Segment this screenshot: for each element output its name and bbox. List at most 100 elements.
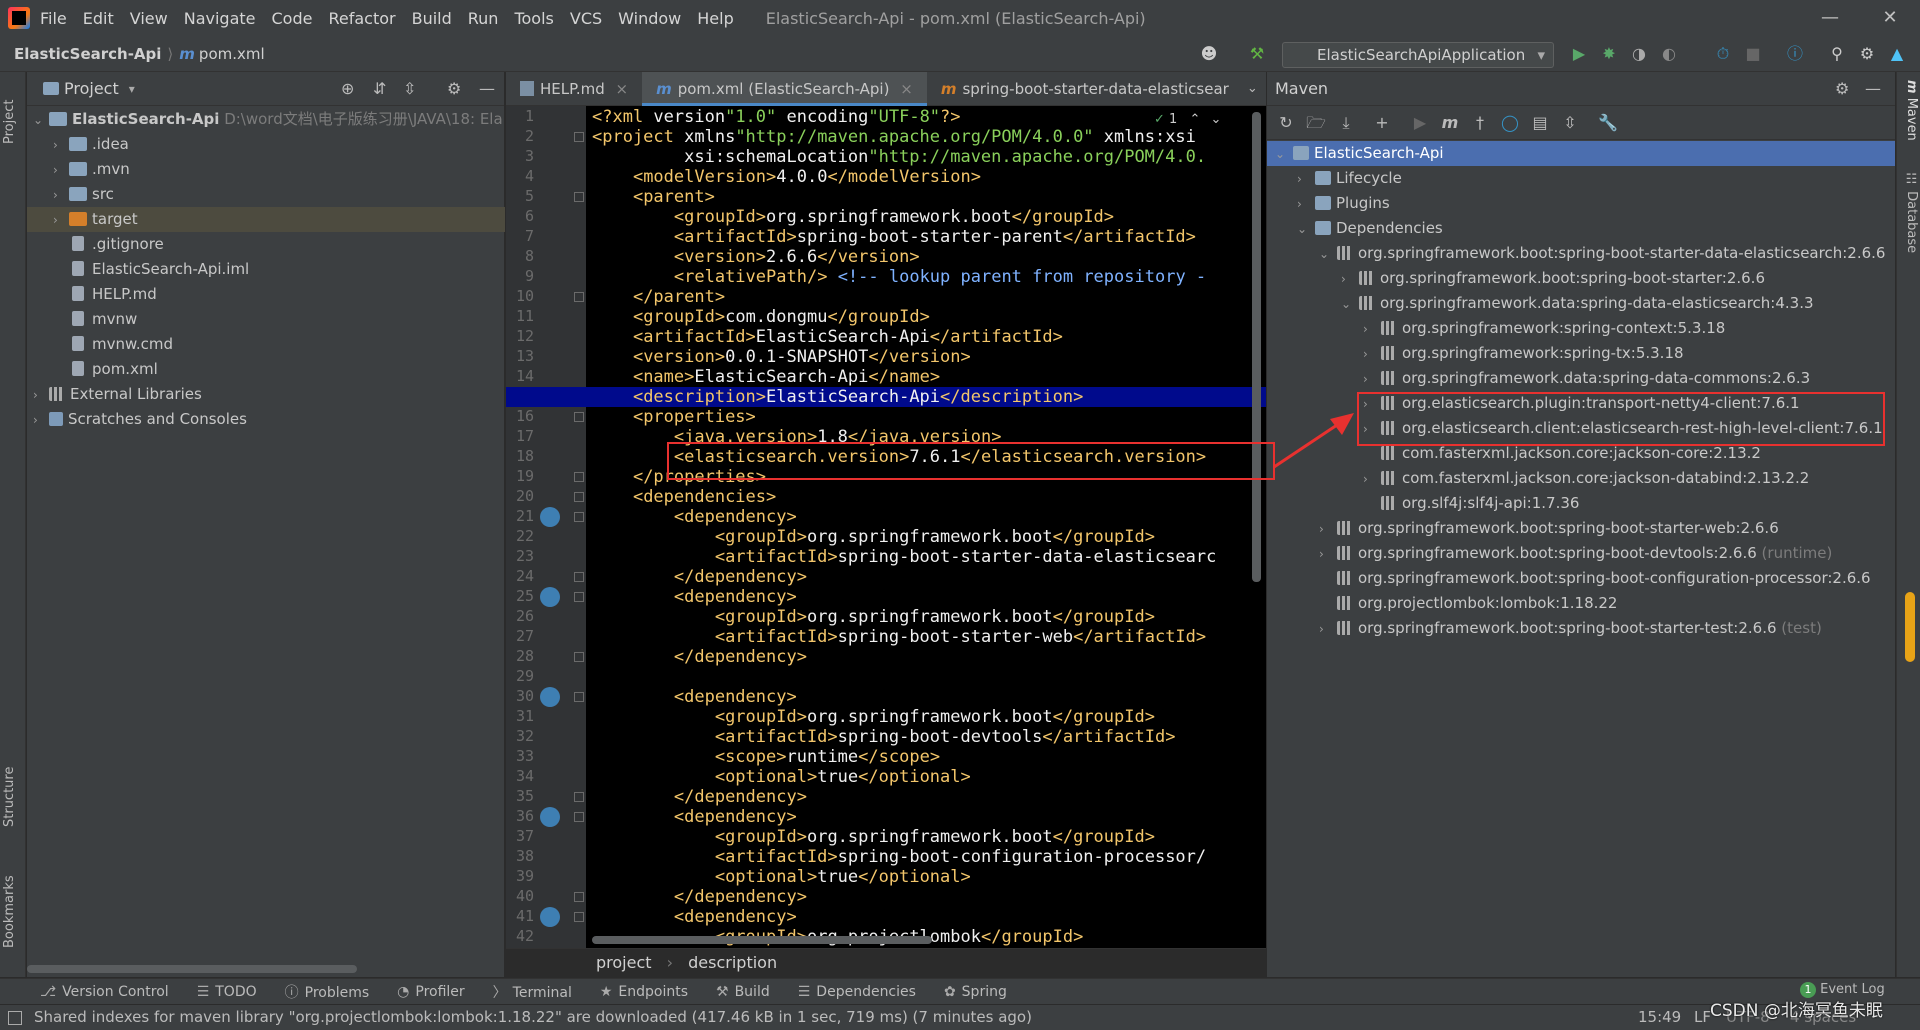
menu-run[interactable]: Run <box>468 9 499 28</box>
maven-tree-item[interactable]: › org.springframework:spring-context:5.3.… <box>1267 316 1895 341</box>
maven-tree-item[interactable]: › Lifecycle <box>1267 166 1895 191</box>
close-icon[interactable]: ✕ <box>1860 0 1920 36</box>
external-libraries-node[interactable]: › External Libraries <box>33 382 202 407</box>
chevron-right-icon[interactable]: › <box>1363 342 1381 367</box>
tool-terminal[interactable]: 〉 Terminal <box>493 982 572 1002</box>
chevron-right-icon[interactable]: › <box>1319 617 1337 642</box>
stop-icon[interactable]: ■ <box>1742 44 1764 64</box>
toggle-offline-icon[interactable]: † <box>1469 113 1491 133</box>
menu-tools[interactable]: Tools <box>514 9 553 28</box>
download-icon[interactable]: ⤓ <box>1335 113 1357 133</box>
toolbox-icon[interactable]: ▲ <box>1886 44 1908 64</box>
bookmarks-tool-tab[interactable]: Bookmarks <box>2 862 24 962</box>
code-line[interactable]: </dependency> <box>592 647 807 667</box>
fold-marker-icon[interactable] <box>574 811 584 822</box>
code-line[interactable]: <dependency> <box>592 587 797 607</box>
maven-tree-item[interactable]: › org.springframework.boot:spring-boot-st… <box>1267 516 1895 541</box>
chevron-down-icon[interactable]: ⌄ <box>1247 81 1258 96</box>
next-problem-icon[interactable]: ⌄ <box>1211 112 1222 127</box>
chevron-right-icon[interactable]: › <box>53 208 69 233</box>
code-line[interactable]: <groupId>org.springframework.boot</group… <box>592 607 1155 627</box>
menu-code[interactable]: Code <box>272 9 313 28</box>
project-root-node[interactable]: ⌄ ElasticSearch-Api D:\word文档\电子版练习册\JAVA… <box>33 107 503 132</box>
chevron-right-icon[interactable]: › <box>1341 267 1359 292</box>
user-icon[interactable]: ☻ <box>1198 44 1220 64</box>
hide-icon[interactable]: — <box>479 79 495 98</box>
fold-marker-icon[interactable] <box>574 591 584 602</box>
hide-icon[interactable]: — <box>1865 79 1881 98</box>
project-tool-tab[interactable]: Project <box>2 82 24 162</box>
tool-profiler[interactable]: ◔ Profiler <box>397 984 465 1000</box>
fold-marker-icon[interactable] <box>574 911 584 922</box>
chevron-down-icon[interactable]: ⌄ <box>1275 142 1293 167</box>
menu-window[interactable]: Window <box>618 9 681 28</box>
collapse-all-icon[interactable]: ⇳ <box>403 79 416 98</box>
tool-todo[interactable]: ☰ TODO <box>197 984 257 1000</box>
fold-marker-icon[interactable] <box>574 571 584 582</box>
code-line[interactable]: <version>2.6.6</version> <box>592 247 920 267</box>
add-icon[interactable]: + <box>1371 113 1393 133</box>
project-tree-item[interactable]: › .idea <box>53 132 129 157</box>
menu-refactor[interactable]: Refactor <box>328 9 395 28</box>
execute-goal-icon[interactable]: m <box>1439 113 1461 133</box>
menu-build[interactable]: Build <box>412 9 452 28</box>
maven-tree-item[interactable]: ⌄ org.springframework.boot:spring-boot-st… <box>1267 241 1895 266</box>
tool-endpoints[interactable]: ★ Endpoints <box>600 984 688 1000</box>
chevron-down-icon[interactable]: ⌄ <box>1319 242 1337 267</box>
fold-marker-icon[interactable] <box>574 471 584 482</box>
locate-icon[interactable]: ⊕ <box>341 79 354 98</box>
breadcrumb-file[interactable]: pom.xml <box>199 45 265 63</box>
add-folder-icon[interactable]: 🗁 <box>1305 113 1327 133</box>
maven-tree-item[interactable]: org.slf4j:slf4j-api:1.7.36 <box>1267 491 1895 516</box>
project-tree-item[interactable]: mvnw <box>69 307 137 332</box>
skip-tests-icon[interactable]: ◯ <box>1499 113 1521 133</box>
update-icon[interactable]: ⏱ <box>1712 44 1734 64</box>
menu-file[interactable]: File <box>40 9 67 28</box>
code-line[interactable]: <name>ElasticSearch-Api</name> <box>592 367 940 387</box>
settings-icon[interactable]: ⚙ <box>1856 44 1878 64</box>
code-line[interactable]: <groupId>org.springframework.boot</group… <box>592 207 1114 227</box>
chevron-down-icon[interactable]: ⌄ <box>1297 217 1315 242</box>
close-icon[interactable]: × <box>900 80 913 98</box>
maven-tree-item[interactable]: ⌄ org.springframework.data:spring-data-el… <box>1267 291 1895 316</box>
tool-spring[interactable]: ✿ Spring <box>944 984 1007 1000</box>
chevron-right-icon[interactable]: › <box>33 408 49 433</box>
code-editor[interactable]: 1234567891011121314151617181920212223242… <box>506 106 1266 948</box>
dependency-gutter-icon[interactable] <box>540 586 560 607</box>
fold-marker-icon[interactable] <box>574 891 584 902</box>
tab-help-md[interactable]: HELP.md × <box>506 72 642 106</box>
coverage-icon[interactable]: ◑ <box>1628 44 1650 64</box>
database-tool-tab[interactable]: ☷ Database <box>1899 172 1919 253</box>
chevron-right-icon[interactable]: › <box>1297 167 1315 192</box>
menu-help[interactable]: Help <box>697 9 733 28</box>
show-dependencies-icon[interactable]: ▤ <box>1529 113 1551 133</box>
code-line[interactable]: <relativePath/> <!-- lookup parent from … <box>592 267 1206 287</box>
maven-tree-item[interactable]: org.projectlombok:lombok:1.18.22 <box>1267 591 1895 616</box>
code-line[interactable]: </dependency> <box>592 887 807 907</box>
inspection-widget[interactable]: ✓ 1 ⌃ ⌄ <box>1154 112 1221 127</box>
breadcrumb-project-tag[interactable]: project <box>596 953 652 972</box>
maven-tree-item[interactable]: › org.springframework.boot:spring-boot-st… <box>1267 616 1895 641</box>
fold-marker-icon[interactable] <box>574 411 584 422</box>
code-line[interactable]: <artifactId>spring-boot-starter-web</art… <box>592 627 1206 647</box>
horizontal-scrollbar[interactable] <box>27 965 357 973</box>
code-line[interactable]: xsi:schemaLocation"http://maven.apache.o… <box>592 147 1206 167</box>
project-tree-item[interactable]: › target <box>27 207 505 232</box>
tool-version-control[interactable]: ⎇ Version Control <box>40 984 169 1000</box>
dependency-gutter-icon[interactable] <box>540 506 560 527</box>
code-line[interactable]: <scope>runtime</scope> <box>592 747 940 767</box>
previous-problem-icon[interactable]: ⌃ <box>1189 112 1200 127</box>
gear-icon[interactable]: ⚙ <box>447 79 461 98</box>
code-line[interactable]: <version>0.0.1-SNAPSHOT</version> <box>592 347 971 367</box>
code-line[interactable]: <optional>true</optional> <box>592 867 971 887</box>
menu-edit[interactable]: Edit <box>83 9 114 28</box>
code-line[interactable]: <parent> <box>592 187 715 207</box>
scratches-node[interactable]: › Scratches and Consoles <box>33 407 247 432</box>
memory-indicator[interactable] <box>1905 592 1915 662</box>
fold-marker-icon[interactable] <box>574 191 584 202</box>
code-line[interactable]: <dependencies> <box>592 487 776 507</box>
chevron-right-icon[interactable]: › <box>1363 317 1381 342</box>
project-tree-item[interactable]: .gitignore <box>69 232 164 257</box>
code-line[interactable]: <properties> <box>592 407 756 427</box>
code-line[interactable]: <description>ElasticSearch-Api</descript… <box>592 387 1083 407</box>
